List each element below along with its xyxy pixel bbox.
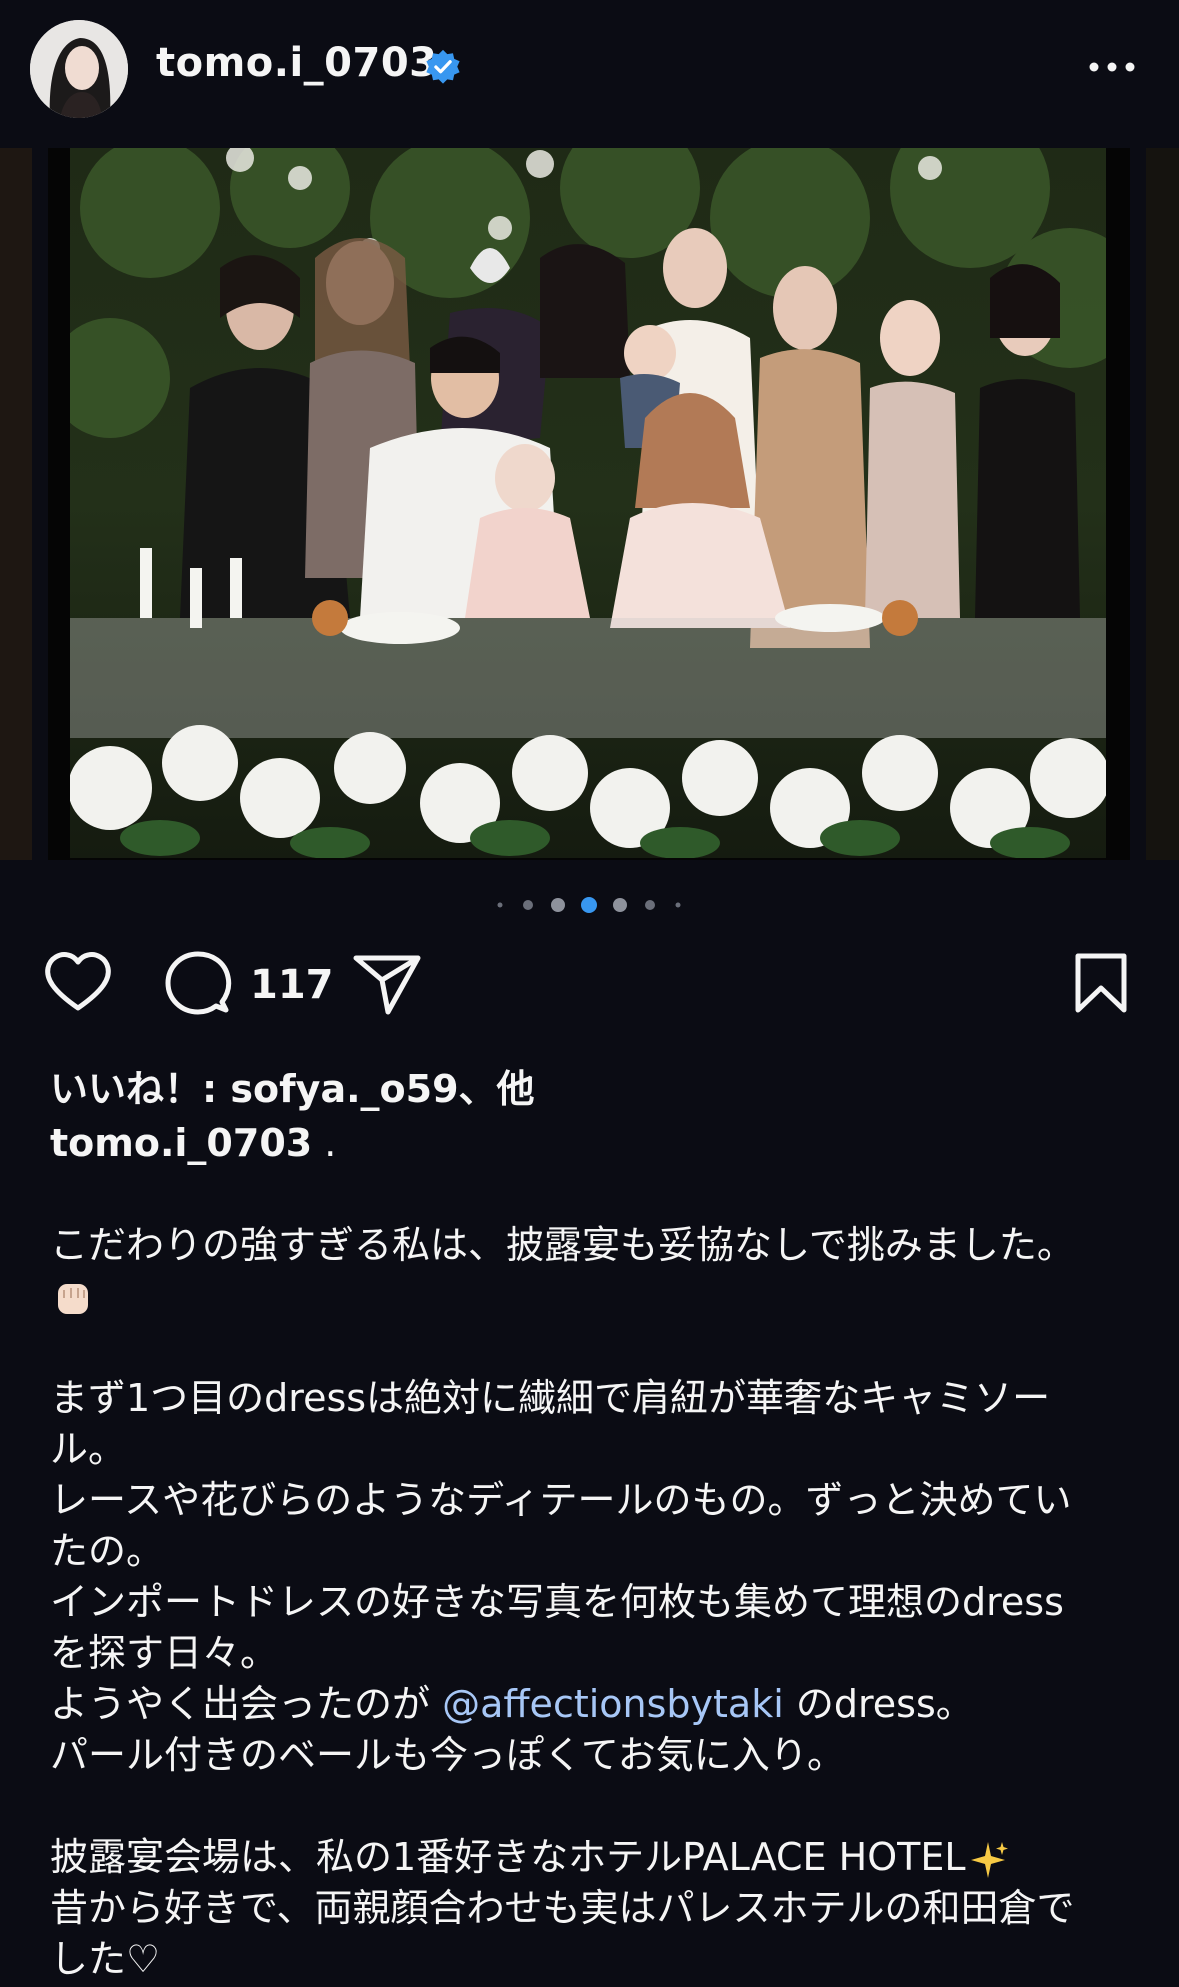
caption-text: .: [324, 1121, 337, 1165]
send-icon[interactable]: [352, 952, 422, 1016]
sparkles-emoji: [970, 1841, 1008, 1878]
media-carousel[interactable]: [0, 148, 1179, 860]
mention-link[interactable]: @affectionsbytaki: [442, 1682, 784, 1726]
carousel-dot: [551, 898, 565, 912]
post-header: tomo.i_0703: [0, 0, 1179, 140]
previous-media-peek[interactable]: [0, 148, 32, 860]
next-media-peek[interactable]: [1146, 148, 1179, 860]
carousel-dot-active: [581, 897, 597, 913]
verified-badge-icon: [426, 49, 460, 84]
more-options-icon[interactable]: [1084, 52, 1140, 82]
caption-text: ようやく出会ったのが: [50, 1682, 443, 1726]
avatar[interactable]: [30, 20, 128, 118]
raised-fist-emoji: [58, 1283, 88, 1314]
carousel-dot: [613, 898, 627, 912]
caption-text: 披露宴会場は、私の1番好きなホテルPALACE HOTEL: [50, 1835, 966, 1879]
caption-line: こだわりの強すぎる私は、披露宴も妥協なしで挑みました。: [50, 1223, 1075, 1267]
carousel-dot: [645, 900, 655, 910]
username[interactable]: tomo.i_0703: [156, 40, 438, 86]
action-bar: [0, 950, 1179, 1020]
caption-line: まず1つ目のdressは絶対に繊細で肩紐が華奢なキャミソー: [50, 1376, 1051, 1420]
heart-icon[interactable]: [42, 950, 114, 1014]
carousel-dot: [523, 900, 533, 910]
caption-username[interactable]: tomo.i_0703: [50, 1121, 312, 1165]
caption-line: ル。: [50, 1427, 127, 1471]
comment-count[interactable]: 117: [250, 962, 334, 1008]
caption-text: のdress。: [783, 1682, 974, 1726]
carousel-indicator: [0, 893, 1179, 917]
caption-line: した♡: [50, 1937, 161, 1981]
caption-line: 昔から好きで、両親顔合わせも実はパレスホテルの和田倉で: [50, 1886, 1075, 1930]
carousel-dot: [675, 902, 681, 908]
caption-line: を探す日々。: [50, 1631, 279, 1675]
caption-line: たの。: [50, 1529, 165, 1573]
post-photo[interactable]: [48, 148, 1130, 860]
comment-icon[interactable]: [164, 950, 232, 1016]
caption: tomo.i_0703 . こだわりの強すぎる私は、披露宴も妥協なしで挑みました…: [50, 1118, 1130, 1985]
carousel-dot: [497, 902, 503, 908]
likes-summary[interactable]: いいね！: sofya._o59、他: [50, 1058, 535, 1113]
bookmark-icon[interactable]: [1072, 952, 1130, 1014]
caption-line: レースや花びらのようなディテールのもの。ずっと決めてい: [50, 1478, 1072, 1522]
caption-line: パール付きのベールも今っぽくてお気に入り。: [50, 1733, 845, 1777]
caption-line: インポートドレスの好きな写真を何枚も集めて理想のdress: [50, 1580, 1064, 1624]
